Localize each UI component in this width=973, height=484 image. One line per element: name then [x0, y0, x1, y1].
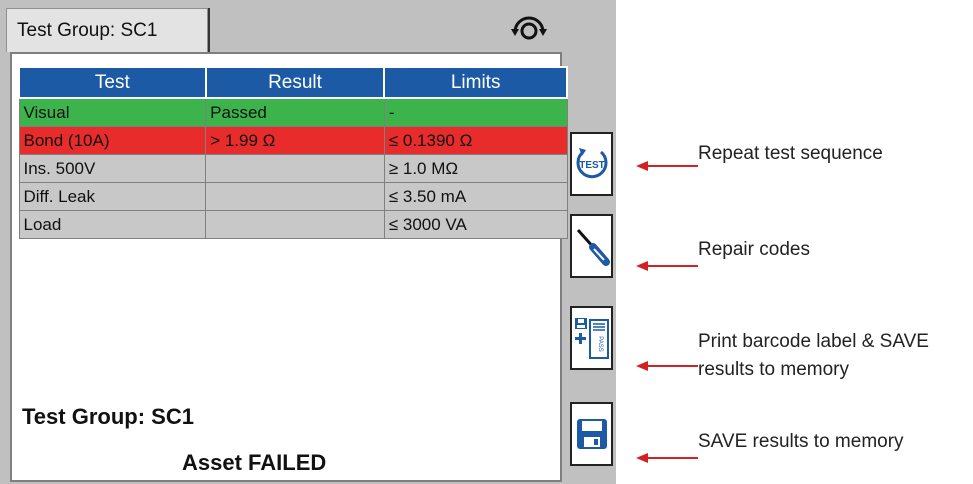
column-header-limits: Limits — [383, 66, 568, 99]
arrow-save — [636, 453, 698, 463]
save-button[interactable] — [570, 402, 613, 466]
repeat-test-button[interactable]: TEST — [570, 132, 613, 196]
arrow-repeat — [636, 161, 698, 171]
cell-result: > 1.99 Ω — [205, 126, 385, 155]
cell-limit: ≤ 3000 VA — [383, 210, 568, 239]
results-table: Test Result Limits Visual Passed - Bond … — [18, 66, 568, 239]
cell-result: Passed — [205, 97, 385, 127]
status-asset-result: Asset FAILED — [182, 450, 327, 475]
cell-limit: - — [383, 97, 568, 127]
callout-repeat: Repeat test sequence — [698, 143, 883, 164]
screwdriver-icon — [576, 229, 610, 266]
cell-limit: ≤ 0.1390 Ω — [383, 126, 568, 155]
cell-test: Diff. Leak — [18, 182, 207, 211]
cell-test: Bond (10A) — [18, 126, 207, 155]
cell-test: Ins. 500V — [18, 154, 207, 183]
repair-codes-button[interactable] — [570, 214, 613, 278]
cell-limit: ≥ 1.0 MΩ — [383, 154, 568, 183]
table-row: Ins. 500V ≥ 1.0 MΩ — [18, 154, 568, 183]
device-panel: Test Group: SC1 Test Result Limits Visua… — [0, 0, 616, 484]
table-row: Diff. Leak ≤ 3.50 mA — [18, 182, 568, 211]
rotate-icon[interactable] — [508, 12, 550, 46]
cell-result — [205, 182, 385, 211]
svg-text:PASS: PASS — [597, 336, 603, 352]
cell-result — [205, 154, 385, 183]
save-disk-icon — [576, 419, 607, 449]
tab-label: Test Group: SC1 — [17, 20, 158, 41]
arrow-print — [636, 361, 698, 371]
cell-test: Load — [18, 210, 207, 239]
table-row: Bond (10A) > 1.99 Ω ≤ 0.1390 Ω — [18, 126, 568, 155]
callout-print-line1: Print barcode label & SAVE — [698, 331, 929, 352]
table-row: Visual Passed - — [18, 97, 568, 127]
callout-save: SAVE results to memory — [698, 431, 904, 452]
arrow-repair — [636, 261, 698, 271]
callout-print-line2: results to memory — [698, 359, 849, 380]
svg-text:TEST: TEST — [579, 160, 605, 171]
tab-test-group[interactable]: Test Group: SC1 — [6, 8, 208, 52]
tab-divider — [208, 8, 210, 54]
cell-test: Visual — [18, 97, 207, 127]
column-header-result: Result — [204, 66, 386, 99]
cell-limit: ≤ 3.50 mA — [383, 182, 568, 211]
status-test-group: Test Group: SC1 — [22, 404, 194, 429]
table-row: Load ≤ 3000 VA — [18, 210, 568, 239]
print-barcode-save-button[interactable]: PASS — [570, 306, 613, 370]
table-header-row: Test Result Limits — [18, 66, 568, 99]
column-header-test: Test — [18, 66, 207, 99]
print-barcode-icon: PASS — [574, 318, 609, 359]
repeat-test-icon: TEST — [576, 148, 607, 179]
callout-repair: Repair codes — [698, 239, 810, 260]
cell-result — [205, 210, 385, 239]
